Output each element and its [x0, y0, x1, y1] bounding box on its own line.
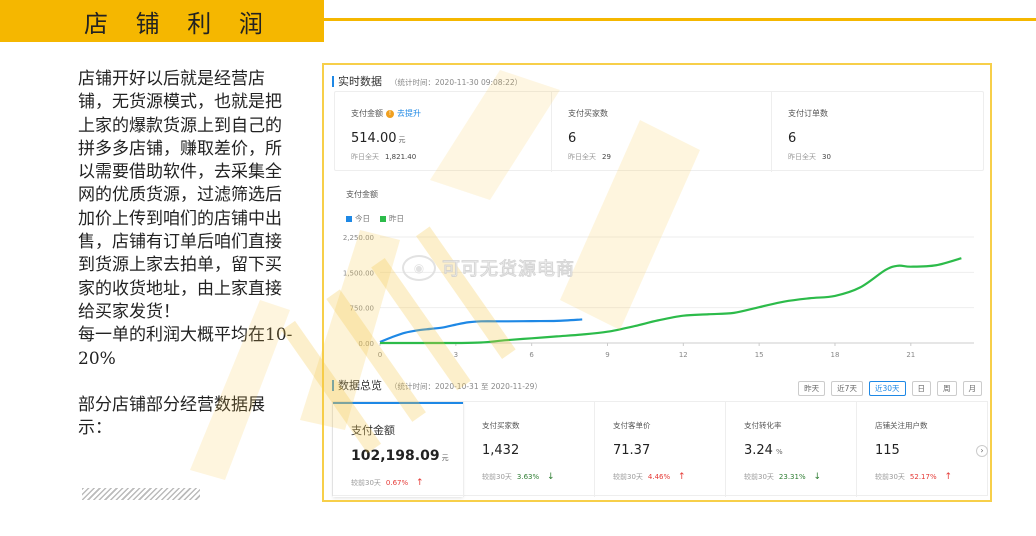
series-line-today — [379, 318, 583, 344]
realtime-card-buyers[interactable]: 支付买家数 6 昨日全天 29 — [551, 92, 771, 172]
chevron-right-icon[interactable]: › — [976, 445, 988, 457]
period-selector: 昨天 近7天 近30天 日 周 月 — [798, 381, 982, 396]
overview-cards: 支付金额 102,198.09 元 较前30天 0.67% ↑ 支付买家数 1,43… — [332, 401, 989, 497]
section-title-bar: 店 铺 利 润 — [0, 0, 324, 42]
pay-amount-line-chart: 0.00 750.00 1,500.00 2,250.00 0 3 6 9 12 15 18 21 — [343, 234, 974, 359]
realtime-stat-time: （统计时间：2020-11-30 09:08:22） — [390, 78, 523, 87]
overview-section-title: 数据总览 （统计时间：2020-10-31 至 2020-11-29） — [332, 377, 542, 393]
weibo-icon: ◉ — [402, 255, 436, 281]
period-day[interactable]: 日 — [911, 381, 931, 396]
overview-card-followers[interactable]: 店铺关注用户数 115 较前30天 52.17% ↑ — [856, 402, 989, 497]
x-tick-label: 6 — [529, 351, 534, 359]
decorative-hatch — [82, 488, 200, 500]
overview-card-conversion[interactable]: 支付转化率 3.24% 较前30天 23.31% ↓ — [725, 402, 856, 497]
chart-title: 支付金额 — [346, 190, 378, 199]
y-tick-label: 0.00 — [358, 340, 374, 348]
realtime-cards: 支付金额 ! 去提升 514.00 元 昨日全天 1,821.40 支付买家数 6 … — [334, 91, 985, 172]
period-yesterday[interactable]: 昨天 — [798, 381, 826, 396]
arrow-up-icon: ↑ — [941, 472, 953, 482]
store-data-screenshot: 实时数据 （统计时间：2020-11-30 09:08:22） 支付金额 ! 去… — [322, 63, 992, 502]
title-underline — [324, 18, 1036, 21]
y-tick-label: 1,500.00 — [343, 269, 374, 277]
legend-yesterday[interactable]: 昨日 — [380, 213, 404, 224]
x-tick-label: 15 — [755, 351, 764, 359]
x-tick-label: 18 — [831, 351, 840, 359]
period-month[interactable]: 月 — [962, 381, 982, 396]
info-icon[interactable]: ! — [386, 109, 394, 118]
description-paragraph-2: 每一单的利润大概平均在10-20% — [78, 325, 293, 369]
x-tick-label: 0 — [378, 351, 382, 359]
overview-card-pay-amount[interactable]: 支付金额 102,198.09 元 较前30天 0.67% ↑ — [333, 402, 463, 497]
arrow-up-icon: ↑ — [675, 472, 686, 482]
arrow-down-icon: ↓ — [810, 472, 822, 482]
brand-watermark: ◉ 可可无货源电商 — [402, 255, 575, 281]
overview-card-buyers[interactable]: 支付买家数 1,432 较前30天 3.63% ↓ — [463, 402, 594, 497]
section-title: 店 铺 利 润 — [84, 9, 273, 38]
x-tick-label: 3 — [454, 351, 458, 359]
x-tick-label: 9 — [605, 351, 609, 359]
arrow-up-icon: ↑ — [413, 478, 424, 488]
y-tick-label: 2,250.00 — [343, 234, 374, 242]
overview-stat-time: （统计时间：2020-10-31 至 2020-11-29） — [390, 382, 542, 391]
chart-legend: 今日 昨日 — [346, 213, 404, 224]
description-paragraph-1: 店铺开好以后就是经营店铺，无货源模式，也就是把上家的爆款货源上到自己的拼多多店铺… — [78, 69, 282, 322]
description-paragraph-3: 部分店铺部分经营数据展示： — [78, 394, 265, 439]
period-30d[interactable]: 近30天 — [868, 381, 906, 396]
x-tick-label: 21 — [906, 351, 915, 359]
overview-card-avg-price[interactable]: 支付客单价 71.37 较前30天 4.46% ↑ — [594, 402, 725, 497]
legend-today[interactable]: 今日 — [346, 213, 370, 224]
y-tick-label: 750.00 — [350, 305, 375, 313]
realtime-card-pay-amount[interactable]: 支付金额 ! 去提升 514.00 元 昨日全天 1,821.40 — [335, 92, 551, 172]
realtime-card-orders[interactable]: 支付订单数 6 昨日全天 30 — [771, 92, 985, 172]
description-text: 店铺开好以后就是经营店铺，无货源模式，也就是把上家的爆款货源上到自己的拼多多店铺… — [78, 68, 298, 440]
improve-link[interactable]: 去提升 — [397, 108, 421, 119]
arrow-down-icon: ↓ — [544, 472, 555, 482]
period-7d[interactable]: 近7天 — [831, 381, 863, 396]
period-week[interactable]: 周 — [937, 381, 957, 396]
realtime-section-title: 实时数据 （统计时间：2020-11-30 09:08:22） — [332, 73, 522, 89]
x-tick-label: 12 — [679, 351, 688, 359]
